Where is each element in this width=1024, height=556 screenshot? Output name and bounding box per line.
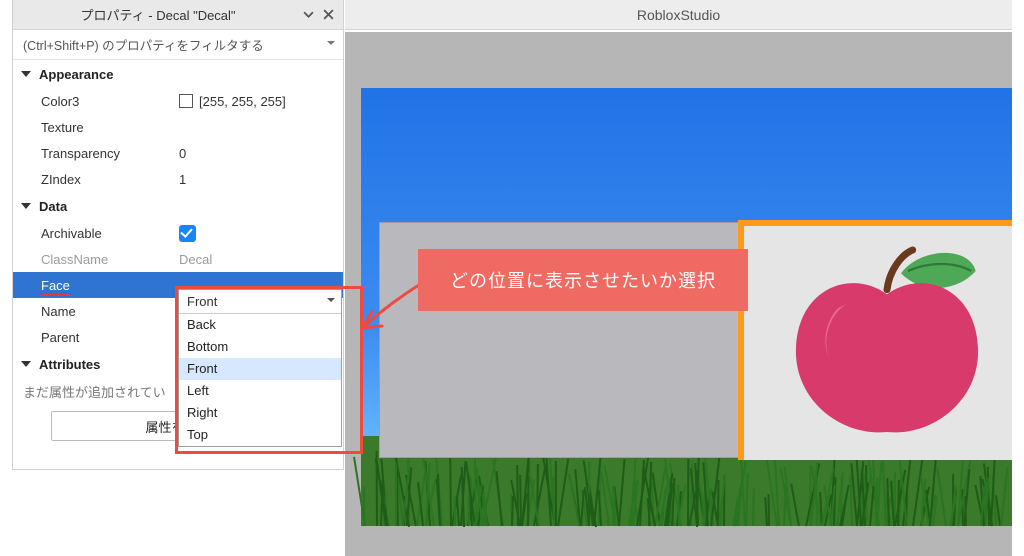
property-zindex[interactable]: ZIndex 1 xyxy=(13,166,343,192)
face-option-front[interactable]: Front xyxy=(179,358,341,380)
viewport-title: RobloxStudio xyxy=(345,0,1012,30)
face-option-right[interactable]: Right xyxy=(179,402,341,424)
panel-title-bar: プロパティ - Decal "Decal" xyxy=(13,0,343,30)
prop-label: Texture xyxy=(41,120,179,135)
decal-apple-graphic xyxy=(762,236,1012,446)
prop-label: Archivable xyxy=(41,226,179,241)
prop-label: Parent xyxy=(41,330,179,345)
property-archivable[interactable]: Archivable xyxy=(13,220,343,246)
chevron-down-icon xyxy=(21,203,31,209)
section-attributes-label: Attributes xyxy=(39,357,100,372)
section-data-label: Data xyxy=(39,199,67,214)
chevron-down-icon xyxy=(21,361,31,367)
face-dropdown-value[interactable]: Front xyxy=(179,290,341,314)
prop-label: Face xyxy=(41,278,179,293)
prop-label: Name xyxy=(41,304,179,319)
face-option-bottom[interactable]: Bottom xyxy=(179,336,341,358)
prop-label: Transparency xyxy=(41,146,179,161)
panel-undock-button[interactable] xyxy=(299,6,317,24)
property-texture[interactable]: Texture xyxy=(13,114,343,140)
section-appearance[interactable]: Appearance xyxy=(13,60,343,88)
prop-value: Decal xyxy=(179,252,212,267)
prop-value: 0 xyxy=(179,146,186,161)
property-filter-input[interactable]: (Ctrl+Shift+P) のプロパティをフィルタする xyxy=(13,30,343,60)
prop-label: Color3 xyxy=(41,94,179,109)
filter-placeholder: (Ctrl+Shift+P) のプロパティをフィルタする xyxy=(23,35,264,54)
property-classname: ClassName Decal xyxy=(13,246,343,272)
prop-label: ZIndex xyxy=(41,172,179,187)
annotation-callout: どの位置に表示させたいか選択 xyxy=(418,249,748,311)
prop-label: ClassName xyxy=(41,252,179,267)
prop-value: 1 xyxy=(179,172,186,187)
scene-decal-part[interactable] xyxy=(738,220,1012,460)
chevron-down-icon xyxy=(21,71,31,77)
face-option-left[interactable]: Left xyxy=(179,380,341,402)
property-color3[interactable]: Color3 [255, 255, 255] xyxy=(13,88,343,114)
checkbox-checked-icon[interactable] xyxy=(179,225,196,242)
face-option-top[interactable]: Top xyxy=(179,424,341,446)
panel-close-button[interactable] xyxy=(319,6,337,24)
section-appearance-label: Appearance xyxy=(39,67,113,82)
panel-title-text: プロパティ - Decal "Decal" xyxy=(19,5,297,24)
chevron-down-icon xyxy=(327,41,335,49)
prop-value: [255, 255, 255] xyxy=(199,94,286,109)
color-swatch-icon xyxy=(179,94,193,108)
face-option-back[interactable]: Back xyxy=(179,314,341,336)
property-transparency[interactable]: Transparency 0 xyxy=(13,140,343,166)
face-dropdown[interactable]: Front BackBottomFrontLeftRightTop xyxy=(178,289,342,447)
section-data[interactable]: Data xyxy=(13,192,343,220)
